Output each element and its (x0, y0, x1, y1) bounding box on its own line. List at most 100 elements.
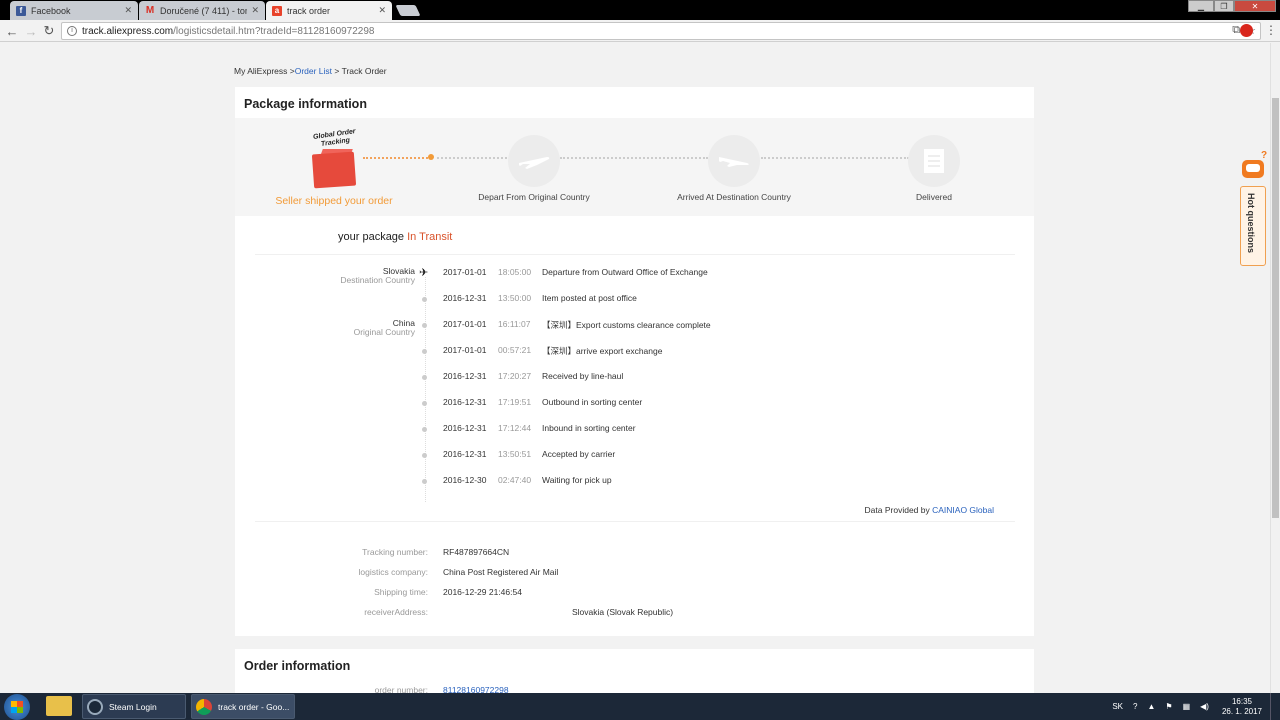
tray-expand-icon[interactable]: ▲ (1147, 702, 1155, 711)
progress-line (761, 157, 909, 159)
progress-dot (428, 154, 434, 160)
tracking-event: 2017-01-01 00:57:21 【深圳】arrive export ex… (235, 345, 1034, 371)
page-content: My AliExpress >Order List > Track Order … (0, 43, 1270, 693)
event-description: Item posted at post office (542, 293, 637, 303)
timeline-dot (422, 427, 427, 432)
windows-logo-icon (11, 701, 23, 713)
timeline-dot (422, 375, 427, 380)
event-time: 02:47:40 (498, 475, 532, 485)
status-prefix: your package (338, 231, 405, 243)
clock-time: 16:35 (1231, 696, 1252, 706)
order-info-panel: Order information order number: 81128160… (235, 649, 1034, 693)
tab-gmail[interactable]: M Doručené (7 411) - toma ✕ (139, 1, 265, 20)
event-time: 13:50:51 (498, 449, 532, 459)
back-button[interactable]: ← (4, 23, 20, 39)
breadcrumb-order-list[interactable]: Order List (295, 66, 332, 76)
timeline-dot (422, 297, 427, 302)
timeline-dot (422, 401, 427, 406)
event-description: Accepted by carrier (542, 449, 616, 459)
breadcrumb-home[interactable]: My AliExpress > (234, 66, 295, 76)
event-date: 2016-12-31 (443, 293, 487, 303)
breadcrumb-current: Track Order (341, 66, 387, 76)
start-button[interactable] (4, 694, 30, 720)
document-delivered-icon (908, 135, 960, 187)
data-provider: Data Provided by CAINIAO Global (865, 505, 994, 515)
taskbar-chrome[interactable]: track order - Goo... (191, 694, 295, 719)
maximize-button[interactable]: ❐ (1214, 0, 1234, 12)
order-info-title: Order information (244, 659, 351, 673)
browser-toolbar: ← → ↻ i track.aliexpress.com/logisticsde… (0, 20, 1280, 42)
event-description: Inbound in sorting center (542, 423, 636, 433)
tracking-event: 2016-12-31 17:19:51 Outbound in sorting … (235, 397, 1034, 423)
event-time: 00:57:21 (498, 345, 532, 355)
folder-icon[interactable] (46, 696, 72, 716)
progress-line (560, 157, 708, 159)
provider-prefix: Data Provided by (864, 505, 930, 515)
network-icon[interactable]: ▦ (1183, 702, 1191, 711)
divider (255, 254, 1015, 255)
reload-button[interactable]: ↻ (41, 23, 57, 39)
url-path: /logisticsdetail.htm?tradeId=81128160972… (173, 25, 375, 37)
event-date: 2017-01-01 (443, 345, 487, 355)
order-number-label: order number: (374, 685, 428, 693)
event-date: 2016-12-31 (443, 449, 487, 459)
tracking-event: 2016-12-30 02:47:40 Waiting for pick up (235, 475, 1034, 501)
global-order-tracking-icon: Global Order Tracking (307, 128, 361, 193)
provider-link[interactable]: CAINIAO Global (932, 505, 994, 515)
tracking-event: Slovakia Destination Country ✈ 2017-01-01… (235, 267, 1034, 293)
tracking-number-value: RF487897664CN (443, 547, 510, 557)
info-icon[interactable]: i (67, 26, 77, 36)
forward-button[interactable]: → (23, 23, 39, 39)
tracking-progress: Global Order Tracking Seller shipped you… (235, 118, 1034, 216)
step-delivered: Delivered (916, 192, 952, 202)
event-date: 2016-12-31 (443, 371, 487, 381)
taskbar-steam[interactable]: Steam Login (82, 694, 186, 719)
event-time: 18:05:00 (498, 267, 532, 277)
tab-facebook[interactable]: f Facebook ✕ (10, 1, 138, 20)
plane-depart-icon (508, 135, 560, 187)
close-icon[interactable]: ✕ (251, 5, 259, 16)
new-tab-button[interactable] (395, 5, 421, 16)
minimize-button[interactable]: ▁ (1188, 0, 1214, 12)
event-description: Waiting for pick up (542, 475, 612, 485)
package-info-panel: Package information Global Order Trackin… (235, 87, 1034, 636)
facebook-icon: f (16, 5, 26, 16)
translate-icon[interactable]: ⧉ (1232, 24, 1240, 37)
gmail-icon: M (145, 5, 155, 16)
event-time: 17:19:51 (498, 397, 532, 407)
event-time: 17:12:44 (498, 423, 532, 433)
page-scrollbar[interactable] (1270, 43, 1280, 693)
show-desktop-button[interactable] (1270, 693, 1280, 720)
hot-questions-button[interactable]: Hot questions (1240, 186, 1266, 266)
flag-icon[interactable]: ⚑ (1165, 702, 1172, 711)
divider (255, 521, 1015, 522)
clock[interactable]: 16:35 26. 1. 2017 (1214, 697, 1270, 717)
menu-icon[interactable]: ⋮ (1265, 23, 1277, 37)
extension-icon[interactable] (1240, 24, 1253, 37)
event-date: 2016-12-30 (443, 475, 487, 485)
close-window-button[interactable]: ✕ (1234, 0, 1276, 12)
aliexpress-icon: a (272, 5, 282, 16)
taskbar-app-label: Steam Login (109, 701, 157, 712)
close-icon[interactable]: ✕ (124, 5, 132, 16)
robot-assistant-icon[interactable]: ? (1240, 150, 1270, 184)
address-bar[interactable]: i track.aliexpress.com/logisticsdetail.h… (61, 22, 1261, 40)
logistics-value: China Post Registered Air Mail (443, 567, 559, 577)
volume-icon[interactable]: ◀) (1200, 702, 1209, 711)
event-description: 【深圳】Export customs clearance complete (542, 320, 711, 330)
package-info-title: Package information (244, 97, 367, 111)
scrollbar-thumb[interactable] (1272, 98, 1279, 518)
taskbar-app-label: track order - Goo... (218, 701, 290, 712)
breadcrumb: My AliExpress >Order List > Track Order (234, 66, 387, 76)
progress-line (437, 157, 507, 159)
shipping-time-label: Shipping time: (374, 587, 428, 597)
order-number-link[interactable]: 81128160972298 (443, 685, 509, 693)
tab-track-order[interactable]: a track order ✕ (266, 1, 392, 20)
event-description: 【深圳】arrive export exchange (542, 346, 663, 356)
language-indicator[interactable]: SK (1112, 702, 1123, 711)
system-tray: SK ? ▲ ⚑ ▦ ◀) 16:35 26. 1. 2017 (1107, 693, 1280, 720)
event-description: Received by line-haul (542, 371, 624, 381)
help-icon[interactable]: ? (1133, 702, 1137, 711)
close-icon[interactable]: ✕ (378, 5, 386, 16)
step-seller-shipped: Seller shipped your order (275, 195, 393, 207)
